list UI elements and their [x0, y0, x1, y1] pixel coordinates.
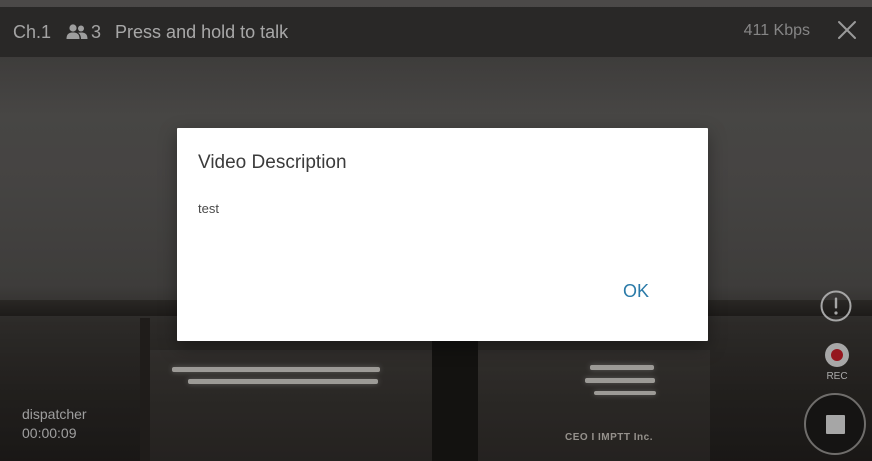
- dialog-title: Video Description: [198, 152, 347, 173]
- dialog-message: test: [198, 201, 219, 216]
- ok-button[interactable]: OK: [610, 273, 662, 309]
- video-description-dialog: Video Description test OK: [177, 128, 708, 341]
